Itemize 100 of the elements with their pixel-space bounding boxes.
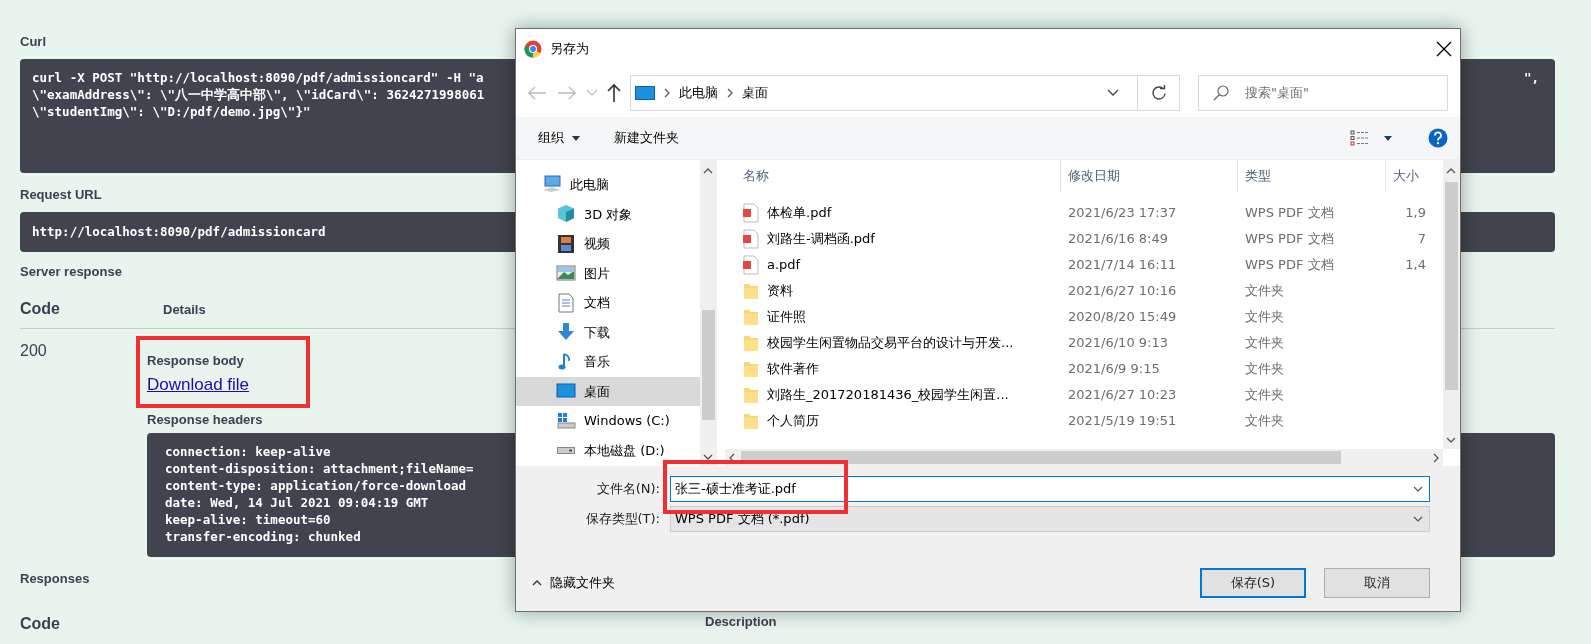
scrollbar-thumb[interactable] — [1445, 182, 1458, 390]
section-label: Curl — [20, 33, 46, 51]
chevron-right-icon[interactable] — [1433, 452, 1439, 463]
chevron-up-icon — [532, 580, 542, 586]
section-label: Responses — [20, 569, 90, 588]
window-title: 另存为 — [550, 40, 590, 59]
column-header[interactable]: 修改日期 — [1061, 160, 1238, 192]
section-label: Request URL — [20, 186, 102, 204]
column-header[interactable]: 名称 — [725, 160, 1061, 192]
type-cell-text: 文件夹 — [1244, 334, 1285, 353]
header-line: connection: keep-alive — [165, 442, 331, 460]
download-link[interactable]: Download file — [147, 372, 250, 398]
document-icon — [556, 292, 576, 313]
chevron-left-icon[interactable] — [729, 452, 735, 463]
scrollbar-thumb[interactable] — [702, 310, 715, 420]
folder-icon — [743, 411, 759, 431]
code-line: curl -X POST "http://localhost:8090/pdf/admissioncard" -H "a — [32, 69, 484, 86]
nav-item[interactable]: 桌面 — [516, 376, 700, 406]
browser-logo-icon — [524, 40, 542, 58]
new-folder-button[interactable]: 新建文件夹 — [614, 128, 679, 148]
monitor-icon — [635, 86, 655, 100]
search-field[interactable]: 搜索"桌面" — [1198, 75, 1448, 111]
close-icon[interactable] — [1436, 41, 1452, 57]
breadcrumb-item[interactable]: 此电脑 — [679, 83, 718, 103]
up-arrow-icon[interactable] — [606, 83, 622, 103]
date-cell-text: 2020/8/20 15:49 — [1067, 308, 1178, 327]
scrollbar[interactable] — [725, 449, 1443, 466]
view-list-icon[interactable] — [1350, 130, 1370, 146]
file-name[interactable]: 证件照 — [725, 307, 1061, 327]
column-header[interactable]: 大小 — [1386, 160, 1426, 192]
cancel-button[interactable]: 取消 — [1324, 568, 1430, 598]
pdf-file-icon — [743, 229, 759, 249]
caret-icon[interactable] — [1384, 135, 1392, 141]
date-cell-text: 2021/6/16 8:49 — [1067, 230, 1169, 249]
size-cell-text: 7 — [1416, 230, 1426, 249]
date-cell-text: 2021/7/14 16:11 — [1067, 256, 1178, 275]
chevron-up-icon[interactable] — [1446, 168, 1456, 174]
header-line: transfer-encoding: chunked — [165, 527, 361, 545]
date-cell-text: 2021/5/19 19:51 — [1067, 412, 1178, 431]
folder-icon — [743, 281, 759, 301]
nav-item[interactable]: 文档 — [516, 288, 700, 318]
nav-item[interactable]: Windows (C:) — [516, 406, 700, 436]
file-name[interactable]: 校园学生闲置物品交易平台的设计与开发... — [725, 333, 1061, 353]
code-line: \"studentImg\": \"D:/pdf/demo.jpg\"}" — [32, 103, 311, 120]
chevron-down-icon — [1413, 516, 1423, 522]
scrollbar[interactable] — [700, 160, 717, 466]
file-name[interactable]: a.pdf — [725, 255, 1061, 275]
type-cell-text: WPS PDF 文档 — [1244, 256, 1335, 275]
column-header: Description — [705, 612, 777, 631]
file-name[interactable]: 刘路生_201720181436_校园学生闲置... — [725, 385, 1061, 405]
header-line: keep-alive: timeout=60 — [165, 510, 331, 528]
folder-icon — [743, 359, 759, 379]
header-line: content-disposition: attachment;fileName= — [165, 459, 474, 477]
chevron-down-icon[interactable] — [703, 454, 713, 460]
drive-icon — [556, 410, 576, 431]
breadcrumb-item[interactable]: 桌面 — [742, 83, 768, 103]
scrollbar-thumb[interactable] — [741, 451, 1341, 464]
save-button[interactable]: 保存(S) — [1200, 568, 1306, 598]
pdf-file-icon — [743, 255, 759, 275]
nav-item[interactable]: 下载 — [516, 317, 700, 347]
header-line: date: Wed, 14 Jul 2021 09:04:19 GMT — [165, 493, 429, 511]
search-icon — [1213, 85, 1229, 101]
search-placeholder: 搜索"桌面" — [1245, 84, 1309, 103]
caret-icon — [572, 135, 580, 141]
nav-item[interactable]: 图片 — [516, 258, 700, 288]
code-line: \"examAddress\": \"八一中学高中部\", \"idCard\": 3624271998061 — [32, 86, 485, 103]
folder-icon — [743, 333, 759, 353]
chevron-down-icon[interactable] — [1107, 89, 1119, 97]
column-header[interactable]: 类型 — [1238, 160, 1386, 192]
file-name[interactable]: 软件著作 — [725, 359, 1061, 379]
section-label: Response headers — [147, 410, 263, 429]
folder-icon — [743, 307, 759, 327]
address-bar[interactable]: 此电脑 桌面 — [630, 75, 1180, 111]
film-icon — [556, 233, 576, 254]
image-icon — [556, 263, 576, 284]
chevron-right-icon — [663, 88, 671, 98]
nav-item[interactable]: 音乐 — [516, 347, 700, 377]
nav-item[interactable]: 此电脑 — [516, 170, 700, 200]
file-name[interactable]: 个人简历 — [725, 411, 1061, 431]
computer-icon — [542, 174, 562, 195]
chevron-up-icon[interactable] — [703, 168, 713, 174]
file-name[interactable]: 刘路生-调档函.pdf — [725, 229, 1061, 249]
size-cell-text: 1,4 — [1404, 256, 1426, 275]
help-icon[interactable] — [1428, 128, 1448, 148]
date-cell-text: 2021/6/10 9:13 — [1067, 334, 1169, 353]
chevron-down-icon[interactable] — [1446, 437, 1456, 443]
drive-icon — [557, 446, 575, 454]
file-name[interactable]: 资料 — [725, 281, 1061, 301]
nav-item[interactable]: 本地磁盘 (D:) — [516, 435, 700, 465]
column-header: Code — [20, 299, 61, 319]
hide-folders-toggle[interactable]: 隐藏文件夹 — [526, 573, 615, 593]
date-cell-text: 2021/6/9 9:15 — [1067, 360, 1161, 379]
cube-icon — [556, 204, 576, 225]
section-label: Server response — [20, 263, 122, 281]
scrollbar[interactable] — [1443, 160, 1460, 449]
type-cell-text: 文件夹 — [1244, 360, 1285, 379]
field-label: 文件名(N): — [595, 480, 660, 499]
organize-menu[interactable]: 组织 — [538, 128, 580, 148]
file-name-field[interactable]: 张三-硕士准考证.pdf — [670, 476, 1430, 502]
refresh-icon — [1150, 85, 1167, 101]
